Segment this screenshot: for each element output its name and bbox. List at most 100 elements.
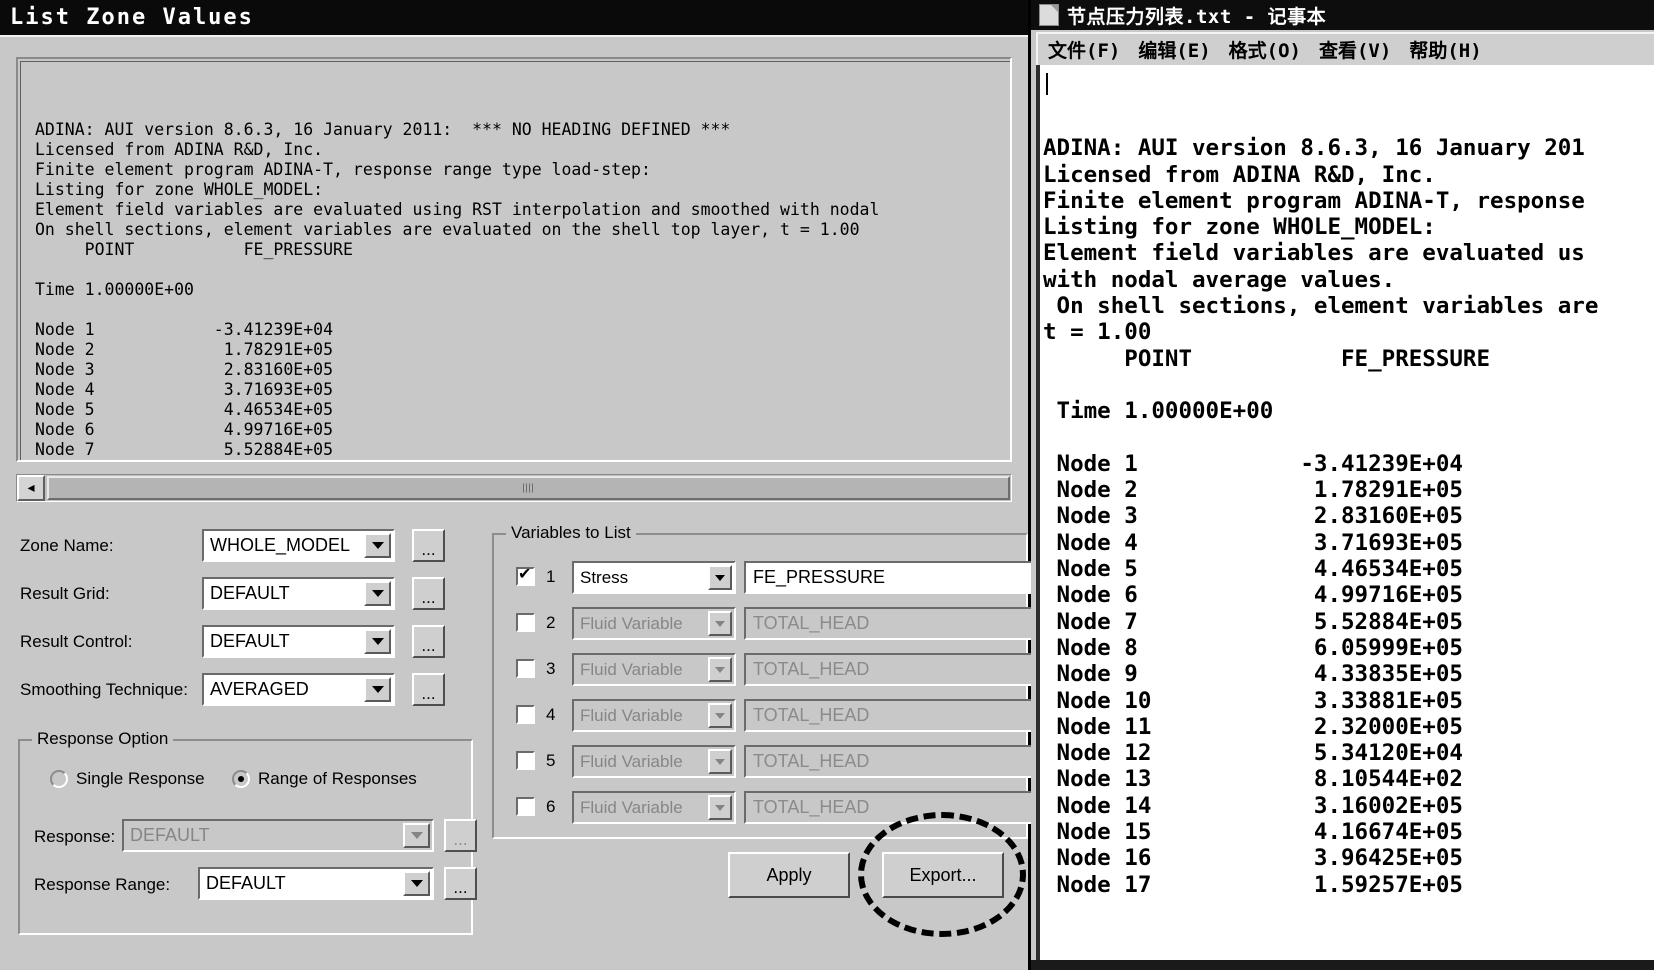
- window-titlebar[interactable]: List Zone Values: [0, 0, 1028, 35]
- smoothing-technique-combo[interactable]: AVERAGED: [202, 673, 395, 706]
- variable-1-checkbox[interactable]: [516, 564, 535, 586]
- chevron-down-icon[interactable]: [364, 629, 391, 654]
- radio-range-of-responses-label: Range of Responses: [258, 769, 417, 788]
- variable-5-checkbox[interactable]: [516, 751, 535, 770]
- variable-5-index: 5: [546, 751, 556, 770]
- chevron-left-icon[interactable]: ◂: [17, 475, 45, 501]
- scrollbar-grip-icon: [522, 483, 535, 493]
- variable-5-name-field[interactable]: TOTAL_HEAD: [744, 745, 1044, 778]
- variable-3-checkbox[interactable]: [516, 659, 535, 678]
- variable-6-index: 6: [546, 797, 556, 816]
- variable-2-type-combo[interactable]: Fluid Variable: [572, 607, 736, 640]
- chevron-down-icon[interactable]: [708, 703, 732, 728]
- notepad-content: ADINA: AUI version 8.6.3, 16 January 201…: [1043, 135, 1599, 898]
- variable-2-checkbox[interactable]: [516, 613, 535, 632]
- menu-file[interactable]: 文件(F): [1048, 36, 1120, 63]
- zone-name-browse-button[interactable]: ...: [412, 529, 445, 562]
- notepad-titlebar[interactable]: 节点压力列表.txt - 记事本: [1031, 0, 1654, 30]
- notepad-text-area[interactable]: ADINA: AUI version 8.6.3, 16 January 201…: [1036, 65, 1654, 963]
- window-title: List Zone Values: [10, 5, 254, 30]
- notepad-bottom-edge: [1031, 960, 1654, 970]
- chevron-down-icon[interactable]: [403, 871, 430, 896]
- radio-range-of-responses[interactable]: Range of Responses: [232, 769, 417, 789]
- variable-3-name-field[interactable]: TOTAL_HEAD: [744, 653, 1044, 686]
- variable-2-index: 2: [546, 613, 556, 632]
- result-grid-combo[interactable]: DEFAULT: [202, 577, 395, 610]
- listing-output-inner: ADINA: AUI version 8.6.3, 16 January 201…: [20, 61, 1010, 460]
- radio-indicator: [50, 770, 68, 788]
- radio-indicator: [232, 770, 250, 788]
- chevron-down-icon[interactable]: [364, 533, 391, 558]
- variable-2-name-field[interactable]: TOTAL_HEAD: [744, 607, 1044, 640]
- notepad-menubar: 文件(F) 编辑(E) 格式(O) 查看(V) 帮助(H): [1036, 32, 1654, 65]
- result-grid-browse-button[interactable]: ...: [412, 577, 445, 610]
- export-button[interactable]: Export...: [882, 852, 1004, 898]
- chevron-down-icon[interactable]: [708, 565, 732, 590]
- variable-2-type-value: Fluid Variable: [580, 613, 683, 633]
- variable-4-type-value: Fluid Variable: [580, 705, 683, 725]
- zone-name-value: WHOLE_MODEL: [210, 535, 351, 555]
- radio-single-response[interactable]: Single Response: [50, 769, 205, 789]
- chevron-down-icon[interactable]: [708, 795, 732, 820]
- response-range-value: DEFAULT: [206, 873, 286, 893]
- text-caret: [1046, 73, 1048, 95]
- variable-3-type-combo[interactable]: Fluid Variable: [572, 653, 736, 686]
- chevron-down-icon[interactable]: [403, 823, 430, 848]
- variable-1-type-combo[interactable]: Stress: [572, 561, 736, 594]
- variable-6-name-field[interactable]: TOTAL_HEAD: [744, 791, 1044, 824]
- field-row-smoothing-technique: Smoothing Technique: AVERAGED ...: [20, 673, 475, 721]
- variable-row: 1 Stress FE_PRESSURE: [516, 561, 1044, 607]
- variable-4-checkbox[interactable]: [516, 705, 535, 724]
- menu-format[interactable]: 格式(O): [1229, 36, 1301, 63]
- field-row-response-range: Response Range: DEFAULT ...: [34, 867, 477, 911]
- variable-1-index: 1: [546, 567, 556, 586]
- apply-button[interactable]: Apply: [728, 852, 850, 898]
- response-browse-button[interactable]: ...: [444, 819, 477, 852]
- response-option-title: Response Option: [32, 729, 174, 749]
- result-control-browse-button[interactable]: ...: [412, 625, 445, 658]
- result-grid-value: DEFAULT: [210, 583, 290, 603]
- variable-4-type-combo[interactable]: Fluid Variable: [572, 699, 736, 732]
- window-body: ADINA: AUI version 8.6.3, 16 January 201…: [0, 35, 1044, 970]
- variable-4-name-field[interactable]: TOTAL_HEAD: [744, 699, 1044, 732]
- zone-name-combo[interactable]: WHOLE_MODEL: [202, 529, 395, 562]
- field-row-response: Response: DEFAULT ...: [34, 819, 477, 863]
- menu-help[interactable]: 帮助(H): [1409, 36, 1481, 63]
- chevron-down-icon[interactable]: [708, 749, 732, 774]
- chevron-down-icon[interactable]: [364, 581, 391, 606]
- response-range-label: Response Range:: [34, 875, 171, 894]
- response-range-browse-button[interactable]: ...: [444, 867, 477, 900]
- chevron-down-icon[interactable]: [708, 657, 732, 682]
- variable-6-checkbox[interactable]: [516, 797, 535, 816]
- smoothing-technique-browse-button[interactable]: ...: [412, 673, 445, 706]
- zone-name-label: Zone Name:: [20, 536, 114, 555]
- response-range-combo[interactable]: DEFAULT: [198, 867, 434, 900]
- screenshot-root: List Zone Values ADINA: AUI version 8.6.…: [0, 0, 1654, 970]
- listing-horizontal-scrollbar[interactable]: ◂: [16, 474, 1012, 502]
- response-label: Response:: [34, 827, 116, 846]
- variable-3-index: 3: [546, 659, 556, 678]
- menu-edit[interactable]: 编辑(E): [1138, 36, 1210, 63]
- smoothing-technique-label: Smoothing Technique:: [20, 680, 188, 699]
- variable-row: 6 Fluid Variable TOTAL_HEAD: [516, 791, 1044, 837]
- variable-1-name-field[interactable]: FE_PRESSURE: [744, 561, 1044, 594]
- result-control-label: Result Control:: [20, 632, 133, 651]
- result-control-value: DEFAULT: [210, 631, 290, 651]
- variable-5-type-combo[interactable]: Fluid Variable: [572, 745, 736, 778]
- response-combo[interactable]: DEFAULT: [122, 819, 434, 852]
- variable-row: 5 Fluid Variable TOTAL_HEAD: [516, 745, 1044, 791]
- result-control-combo[interactable]: DEFAULT: [202, 625, 395, 658]
- variable-1-type-value: Stress: [580, 567, 629, 587]
- variables-to-list-title: Variables to List: [506, 523, 636, 543]
- scrollbar-thumb[interactable]: [47, 476, 1010, 500]
- notepad-document-icon: [1039, 4, 1059, 26]
- chevron-down-icon[interactable]: [708, 611, 732, 636]
- menu-view[interactable]: 查看(V): [1319, 36, 1391, 63]
- chevron-down-icon[interactable]: [364, 677, 391, 702]
- variable-6-type-combo[interactable]: Fluid Variable: [572, 791, 736, 824]
- result-grid-label: Result Grid:: [20, 584, 110, 603]
- variable-4-index: 4: [546, 705, 556, 724]
- notepad-window: 节点压力列表.txt - 记事本 文件(F) 编辑(E) 格式(O) 查看(V)…: [1031, 0, 1654, 970]
- variable-3-type-value: Fluid Variable: [580, 659, 683, 679]
- response-value: DEFAULT: [130, 825, 210, 845]
